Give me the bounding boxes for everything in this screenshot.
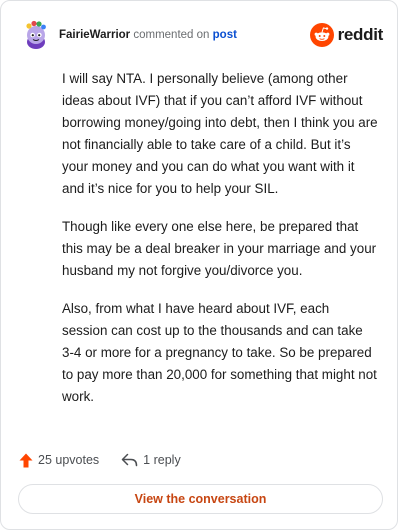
comment-body: I will say NTA. I personally believe (am…	[62, 68, 378, 424]
upvote-arrow-icon	[19, 453, 33, 467]
reply-arrow-icon	[121, 453, 138, 467]
comment-paragraph: Also, from what I have heard about IVF, …	[62, 301, 377, 404]
comment-meta: FairieWarrior commented on post	[59, 28, 237, 42]
reply-button[interactable]: 1 reply	[121, 453, 181, 467]
upvote-count: 25 upvotes	[38, 453, 100, 467]
comment-actions: 25 upvotes 1 reply	[19, 450, 181, 470]
brand-wordmark: reddit	[337, 25, 384, 44]
comment-header: FairieWarrior commented on post reddit	[23, 18, 383, 52]
commented-on-text: commented on	[133, 29, 210, 41]
reply-count: 1 reply	[143, 453, 181, 467]
reddit-brand[interactable]: reddit	[309, 23, 384, 47]
comment-paragraph: I will say NTA. I personally believe (am…	[62, 71, 378, 196]
comment-paragraph: Though like every one else here, be prep…	[62, 219, 377, 278]
upvote-button[interactable]: 25 upvotes	[19, 453, 99, 468]
view-conversation-button[interactable]: View the conversation	[18, 484, 383, 514]
comment-card: FairieWarrior commented on post reddit I…	[0, 0, 398, 530]
reddit-logo-icon	[309, 23, 334, 47]
avatar-icon[interactable]	[23, 20, 49, 50]
post-link[interactable]: post	[213, 29, 237, 41]
username[interactable]: FairieWarrior	[59, 29, 130, 41]
